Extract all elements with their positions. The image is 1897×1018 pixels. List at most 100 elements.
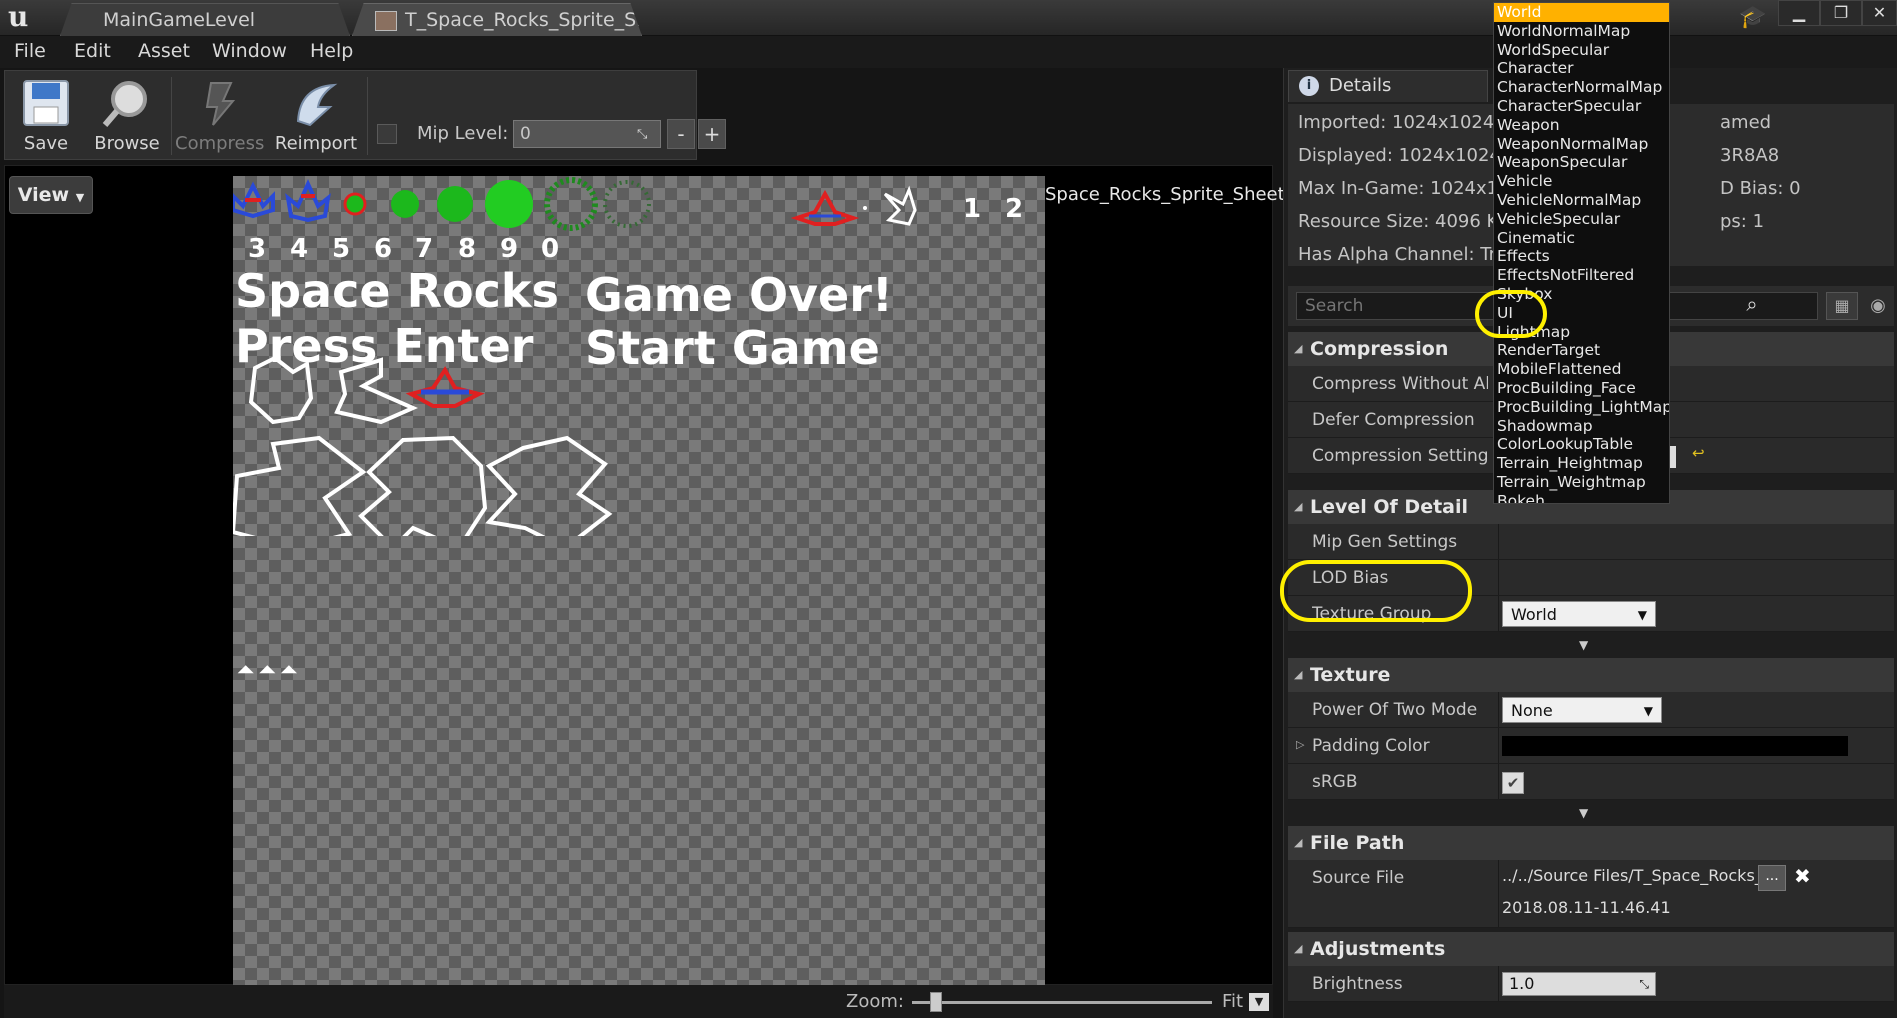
- sprite-number: 9: [500, 234, 519, 264]
- enemy-ship-sprite-icon: [790, 189, 860, 226]
- dropdown-option[interactable]: Weapon: [1494, 116, 1669, 135]
- category-file-path[interactable]: File Path: [1288, 826, 1894, 860]
- prop-label: Mip Gen Settings: [1312, 532, 1458, 552]
- texture-asset-icon: [375, 10, 397, 31]
- graduation-cap-icon[interactable]: 🎓: [1738, 4, 1768, 32]
- browse-label: Browse: [94, 133, 160, 154]
- category-texture[interactable]: Texture: [1288, 658, 1894, 692]
- dropdown-option[interactable]: EffectsNotFiltered: [1494, 266, 1669, 285]
- view-menu-button[interactable]: View ▼: [9, 176, 93, 214]
- dropdown-option[interactable]: VehicleSpecular: [1494, 210, 1669, 229]
- dropdown-option[interactable]: RenderTarget: [1494, 341, 1669, 360]
- asset-name-label: Space_Rocks_Sprite_Sheet: [1045, 184, 1285, 205]
- combo-edge[interactable]: [1670, 446, 1676, 468]
- prop-label: Brightness: [1312, 974, 1403, 994]
- explosion-sprite-icon: [485, 180, 533, 228]
- tab-texture-asset[interactable]: T_Space_Rocks_Sprite_Sl✕: [352, 3, 642, 36]
- eye-icon[interactable]: ◉: [1862, 292, 1894, 320]
- bullet-sprite-icon: [863, 206, 867, 210]
- prop-label: Compression Settings: [1312, 446, 1488, 466]
- dropdown-option[interactable]: ProcBuilding_LightMap: [1494, 398, 1669, 417]
- enemy-ship-sprite-icon: [405, 366, 485, 408]
- tab-main-game-level[interactable]: MainGameLevel: [60, 3, 350, 36]
- dropdown-option[interactable]: WorldSpecular: [1494, 41, 1669, 60]
- zoom-slider-thumb[interactable]: [930, 992, 942, 1012]
- combo-value: World: [1511, 605, 1557, 624]
- save-button[interactable]: Save: [9, 73, 83, 159]
- mip-decrease-button[interactable]: -: [667, 119, 695, 149]
- dropdown-option[interactable]: ProcBuilding_Face: [1494, 379, 1669, 398]
- prop-label: Padding Color: [1312, 736, 1430, 756]
- search-icon[interactable]: ⌕: [1738, 292, 1766, 320]
- dropdown-option[interactable]: WorldNormalMap: [1494, 22, 1669, 41]
- details-tab[interactable]: i Details: [1288, 70, 1488, 102]
- dropdown-option[interactable]: Character: [1494, 59, 1669, 78]
- power-of-two-combo[interactable]: None ▼: [1502, 697, 1662, 723]
- browse-file-button[interactable]: ...: [1758, 865, 1786, 891]
- dropdown-option[interactable]: World: [1494, 3, 1669, 22]
- menu-asset[interactable]: Asset: [138, 40, 190, 62]
- menu-file[interactable]: File: [14, 40, 46, 62]
- source-file-date: 2018.08.11-11.46.41: [1502, 898, 1671, 917]
- tab-label: MainGameLevel: [103, 9, 256, 31]
- spin-arrows-icon[interactable]: ⤡: [637, 127, 647, 142]
- prop-label: Defer Compression: [1312, 410, 1475, 430]
- explosion-sprite-icon: [391, 190, 419, 218]
- dropdown-option[interactable]: ColorLookupTable: [1494, 435, 1669, 454]
- texture-group-combo[interactable]: World ▼: [1502, 601, 1656, 627]
- zoom-dropdown-button[interactable]: ▼: [1249, 993, 1269, 1011]
- sprite-number: 1: [963, 194, 982, 224]
- close-window-button[interactable]: ✕: [1862, 0, 1897, 26]
- menu-edit[interactable]: Edit: [74, 40, 111, 62]
- padding-color-swatch[interactable]: [1502, 736, 1848, 756]
- srgb-checkbox[interactable]: ✔: [1502, 772, 1524, 794]
- maximize-button[interactable]: ❐: [1820, 0, 1862, 26]
- dropdown-option[interactable]: Terrain_Weightmap: [1494, 473, 1669, 492]
- reimport-button[interactable]: Reimport: [269, 73, 363, 159]
- compress-icon: [205, 82, 236, 126]
- dropdown-option[interactable]: Bokeh: [1494, 492, 1669, 503]
- toolbar-separator: [171, 77, 172, 155]
- prop-padding-color: Padding Color ▷: [1288, 728, 1894, 764]
- dropdown-option[interactable]: VehicleNormalMap: [1494, 191, 1669, 210]
- prop-brightness: Brightness 1.0 ⤡: [1288, 966, 1894, 1002]
- zoom-bar: Zoom: Fit ▼: [4, 985, 1273, 1018]
- texture-viewport[interactable]: View ▼ 3 4 5 6 7 8 9 0 1 2 Space Rocks P…: [4, 165, 1285, 986]
- sprite-text: Game Over!: [585, 268, 893, 322]
- dropdown-option[interactable]: Terrain_Heightmap: [1494, 454, 1669, 473]
- menu-window[interactable]: Window: [212, 40, 287, 62]
- mip-increase-button[interactable]: +: [698, 119, 726, 149]
- browse-button[interactable]: Browse: [87, 73, 167, 159]
- mip-level-checkbox[interactable]: [377, 124, 397, 144]
- dropdown-option[interactable]: MobileFlattened: [1494, 360, 1669, 379]
- prop-source-file: Source File ../../Source Files/T_Space_R…: [1288, 860, 1894, 928]
- advanced-expand-icon[interactable]: ▼: [1579, 806, 1588, 820]
- grid-view-icon[interactable]: ▦: [1826, 292, 1858, 320]
- compress-button[interactable]: Compress: [175, 73, 265, 159]
- dropdown-option[interactable]: Cinematic: [1494, 229, 1669, 248]
- compress-label: Compress: [175, 133, 265, 154]
- category-adjustments[interactable]: Adjustments: [1288, 932, 1894, 966]
- dropdown-option[interactable]: Vehicle: [1494, 172, 1669, 191]
- advanced-expand-icon[interactable]: ▼: [1579, 638, 1588, 652]
- texture-group-dropdown-list[interactable]: World WorldNormalMap WorldSpecular Characte…: [1493, 2, 1670, 504]
- dropdown-option[interactable]: Shadowmap: [1494, 417, 1669, 436]
- dropdown-option[interactable]: WeaponNormalMap: [1494, 135, 1669, 154]
- clear-x-icon[interactable]: ✖: [1794, 864, 1811, 888]
- prop-power-of-two-mode: Power Of Two Mode None ▼: [1288, 692, 1894, 728]
- info-displayed: Displayed: 1024x1024: [1298, 145, 1501, 166]
- info-lod-bias: D Bias: 0: [1720, 178, 1801, 199]
- toolbar-separator: [367, 77, 368, 155]
- reset-arrow-icon[interactable]: ↩: [1692, 444, 1705, 462]
- rock-sprite-icon: [485, 435, 613, 536]
- dropdown-option[interactable]: CharacterSpecular: [1494, 97, 1669, 116]
- view-label: View: [17, 184, 70, 206]
- dropdown-option[interactable]: CharacterNormalMap: [1494, 78, 1669, 97]
- zoom-slider-track[interactable]: [912, 1001, 1212, 1004]
- minimize-button[interactable]: ▁: [1778, 0, 1820, 26]
- dropdown-option[interactable]: WeaponSpecular: [1494, 153, 1669, 172]
- brightness-input[interactable]: 1.0 ⤡: [1502, 972, 1656, 996]
- expand-arrow-icon[interactable]: ▷: [1296, 738, 1304, 751]
- menu-help[interactable]: Help: [310, 40, 353, 62]
- dropdown-option[interactable]: Effects: [1494, 247, 1669, 266]
